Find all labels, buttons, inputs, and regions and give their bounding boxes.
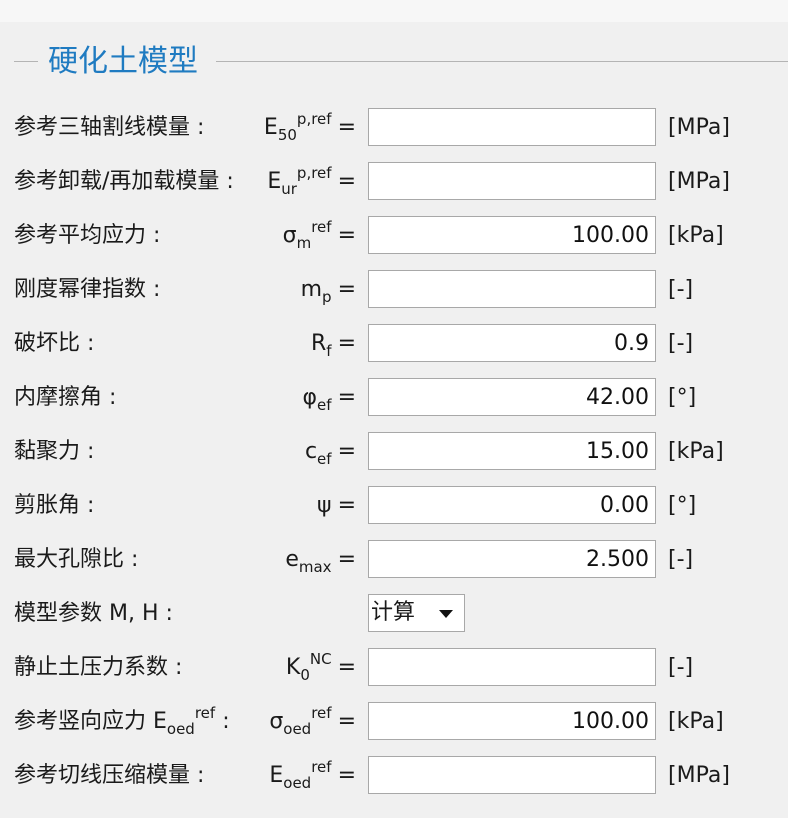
field-symbol: E50p,ref = <box>263 110 356 144</box>
field-symbol: cef = <box>304 439 356 468</box>
field-unit: [kPa] <box>668 709 724 734</box>
row-e50-ref: 参考三轴割线模量 : E50p,ref = [MPa] <box>0 106 788 150</box>
field-label: 参考切线压缩模量 : <box>14 763 205 788</box>
field-symbol: φef = <box>302 385 356 414</box>
field-symbol: ψ = <box>317 493 356 518</box>
field-label: 剪胀角 : <box>14 493 95 518</box>
chevron-down-icon <box>439 610 453 618</box>
field-symbol: Eoedref = <box>269 758 356 792</box>
field-label: 参考卸载/再加载模量 : <box>14 169 234 194</box>
e-max-input[interactable] <box>368 540 656 578</box>
field-unit: [-] <box>668 547 694 572</box>
row-c-ef: 黏聚力 : cef= [kPa] <box>0 430 788 474</box>
row-phi-ef: 内摩擦角 : φef= [°] <box>0 376 788 420</box>
field-unit: [MPa] <box>668 115 730 140</box>
group-divider-left <box>14 61 38 62</box>
field-unit: [-] <box>668 655 694 680</box>
row-sigma-oed-ref: 参考竖向应力 Eoedref : σoedref= [kPa] <box>0 700 788 744</box>
row-eoed-ref: 参考切线压缩模量 : Eoedref = [MPa] <box>0 754 788 798</box>
row-e-max: 最大孔隙比 : emax= [-] <box>0 538 788 582</box>
field-unit: [kPa] <box>668 439 724 464</box>
model-params-dropdown[interactable]: 计算 <box>368 594 465 632</box>
row-eur-ref: 参考卸载/再加载模量 : Eurp,ref = [MPa] <box>0 160 788 204</box>
field-symbol: σmref = <box>282 218 356 252</box>
field-unit: [kPa] <box>668 223 724 248</box>
field-label: 静止土压力系数 : <box>14 655 183 680</box>
field-label: 参考平均应力 : <box>14 223 161 248</box>
field-symbol: σoedref = <box>269 704 356 738</box>
field-unit: [-] <box>668 331 694 356</box>
field-symbol: emax = <box>285 547 356 576</box>
field-label: 破坏比 : <box>14 331 95 356</box>
group-header: 硬化土模型 <box>0 40 788 84</box>
field-unit: [-] <box>668 277 694 302</box>
top-strip <box>0 0 788 22</box>
row-psi: 剪胀角 : ψ= [°] <box>0 484 788 528</box>
group-divider-right <box>216 61 788 62</box>
row-sigma-m-ref: 参考平均应力 : σmref= [kPa] <box>0 214 788 258</box>
field-symbol: Eurp,ref = <box>267 164 356 198</box>
field-unit: [°] <box>668 385 697 410</box>
field-symbol: Rf = <box>310 331 356 360</box>
eoed-ref-input[interactable] <box>368 756 656 794</box>
field-label: 最大孔隙比 : <box>14 547 139 572</box>
psi-input[interactable] <box>368 486 656 524</box>
c-ef-input[interactable] <box>368 432 656 470</box>
row-k0-nc: 静止土压力系数 : K0NC = [-] <box>0 646 788 690</box>
phi-ef-input[interactable] <box>368 378 656 416</box>
e50-ref-input[interactable] <box>368 108 656 146</box>
field-symbol: mp = <box>300 277 356 306</box>
group-title: 硬化土模型 <box>48 44 198 79</box>
row-mp: 刚度幂律指数 : mp = [-] <box>0 268 788 312</box>
field-unit: [MPa] <box>668 169 730 194</box>
row-model-params: 模型参数 M, H : 计算 <box>0 592 788 636</box>
sigma-oed-ref-input[interactable] <box>368 702 656 740</box>
eur-ref-input[interactable] <box>368 162 656 200</box>
rf-input[interactable] <box>368 324 656 362</box>
field-label: 参考三轴割线模量 : <box>14 115 205 140</box>
field-label: 刚度幂律指数 : <box>14 277 161 302</box>
field-label: 内摩擦角 : <box>14 385 117 410</box>
field-label: 黏聚力 : <box>14 439 95 464</box>
row-rf: 破坏比 : Rf= [-] <box>0 322 788 366</box>
field-label: 参考竖向应力 Eoedref : <box>14 704 230 738</box>
field-symbol: K0NC = <box>285 650 356 684</box>
k0-nc-input[interactable] <box>368 648 656 686</box>
mp-input[interactable] <box>368 270 656 308</box>
dropdown-value: 计算 <box>371 600 416 625</box>
field-label: 模型参数 M, H : <box>14 601 173 626</box>
sigma-m-ref-input[interactable] <box>368 216 656 254</box>
field-unit: [°] <box>668 493 697 518</box>
field-unit: [MPa] <box>668 763 730 788</box>
